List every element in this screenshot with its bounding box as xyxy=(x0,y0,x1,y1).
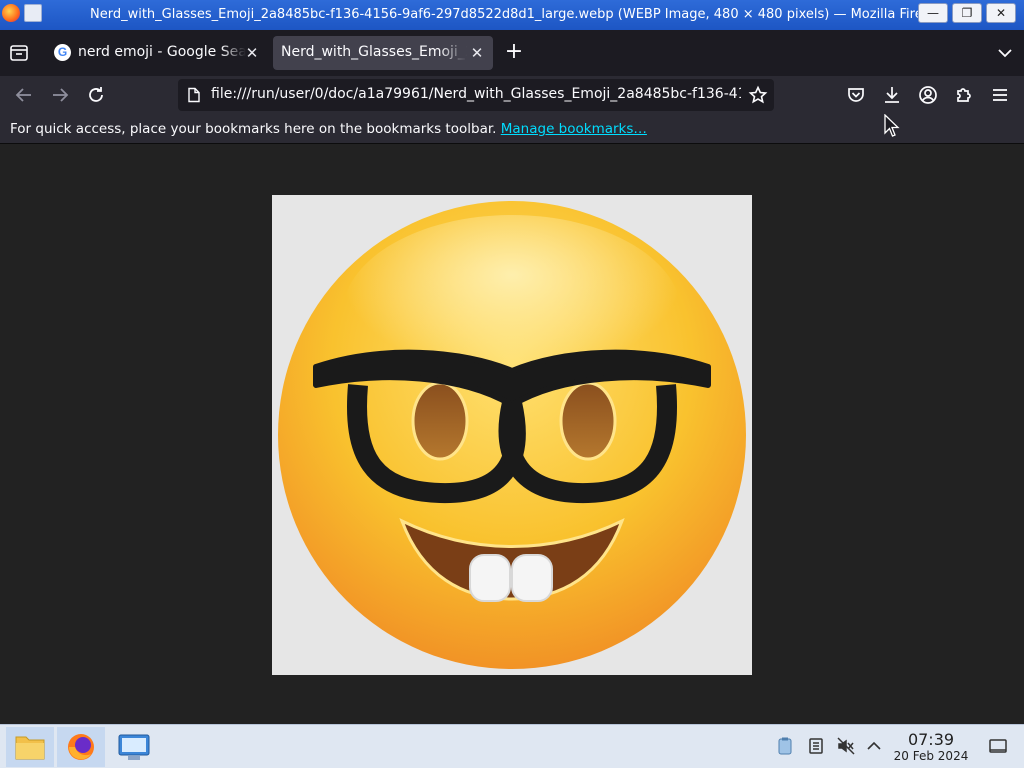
maximize-button[interactable]: ❐ xyxy=(952,3,982,23)
firefox-taskbar-icon[interactable] xyxy=(57,727,105,767)
forward-arrow-icon[interactable] xyxy=(48,83,72,107)
extensions-icon[interactable] xyxy=(952,83,976,107)
new-tab-button[interactable]: + xyxy=(503,41,525,64)
window-title: Nerd_with_Glasses_Emoji_2a8485bc-f136-41… xyxy=(90,7,943,22)
storage-tray-icon[interactable] xyxy=(806,736,826,756)
page-icon xyxy=(186,87,202,103)
volume-muted-icon[interactable] xyxy=(836,736,856,756)
window-controls: — ❐ ✕ xyxy=(918,3,1016,23)
tab-google-search[interactable]: G nerd emoji - Google Search ✕ xyxy=(46,36,268,70)
tab-label: nerd emoji - Google Search xyxy=(78,44,246,60)
downloads-icon[interactable] xyxy=(880,83,904,107)
clock-time: 07:39 xyxy=(907,730,955,749)
tab-label: Nerd_with_Glasses_Emoji_2a8485bc-f136-41… xyxy=(281,44,467,60)
app-menu-icon[interactable] xyxy=(988,83,1012,107)
account-icon[interactable] xyxy=(916,83,940,107)
system-monitor-icon[interactable] xyxy=(110,727,158,767)
minimize-button[interactable]: — xyxy=(918,3,948,23)
bookmarks-hint: For quick access, place your bookmarks h… xyxy=(10,121,647,137)
url-text[interactable]: file:///run/user/0/doc/a1a79961/Nerd_wit… xyxy=(211,86,741,102)
google-favicon-icon: G xyxy=(54,44,71,61)
bookmarks-hint-text: For quick access, place your bookmarks h… xyxy=(10,121,497,137)
image-viewer xyxy=(0,144,1024,724)
clock-date: 20 Feb 2024 xyxy=(893,749,969,763)
reload-icon[interactable] xyxy=(84,83,108,107)
firefox-view-icon[interactable] xyxy=(8,42,30,64)
show-desktop-icon[interactable] xyxy=(988,736,1008,756)
bookmarks-toolbar: For quick access, place your bookmarks h… xyxy=(0,114,1024,144)
taskbar-clock[interactable]: 07:39 20 Feb 2024 xyxy=(886,730,976,764)
back-arrow-icon[interactable] xyxy=(12,83,36,107)
firefox-icon[interactable] xyxy=(2,4,20,22)
navigation-toolbar: file:///run/user/0/doc/a1a79961/Nerd_wit… xyxy=(0,76,1024,114)
tab-strip: G nerd emoji - Google Search ✕ Nerd_with… xyxy=(0,30,1024,76)
taskbar: 07:39 20 Feb 2024 xyxy=(0,724,1024,768)
mouse-cursor-icon xyxy=(884,113,900,138)
pin-window-icon[interactable] xyxy=(24,4,42,22)
manage-bookmarks-link[interactable]: Manage bookmarks… xyxy=(501,121,647,137)
tray-expand-chevron-icon[interactable] xyxy=(864,736,884,756)
desktop-screen: Nerd_with_Glasses_Emoji_2a8485bc-f136-41… xyxy=(0,0,1024,768)
window-titlebar[interactable]: Nerd_with_Glasses_Emoji_2a8485bc-f136-41… xyxy=(0,0,1024,30)
bookmark-star-icon[interactable] xyxy=(748,85,768,105)
tab-nerd-emoji-image[interactable]: Nerd_with_Glasses_Emoji_2a8485bc-f136-41… xyxy=(273,36,493,70)
url-bar[interactable]: file:///run/user/0/doc/a1a79961/Nerd_wit… xyxy=(178,79,774,111)
file-manager-icon[interactable] xyxy=(6,727,54,767)
clipboard-tray-icon[interactable] xyxy=(775,736,795,756)
list-all-tabs-chevron-icon[interactable] xyxy=(994,42,1016,64)
close-tab-icon[interactable]: ✕ xyxy=(242,43,262,63)
nerd-emoji-image[interactable] xyxy=(272,195,752,675)
close-tab-icon[interactable]: ✕ xyxy=(467,43,487,63)
pocket-icon[interactable] xyxy=(844,83,868,107)
close-window-button[interactable]: ✕ xyxy=(986,3,1016,23)
